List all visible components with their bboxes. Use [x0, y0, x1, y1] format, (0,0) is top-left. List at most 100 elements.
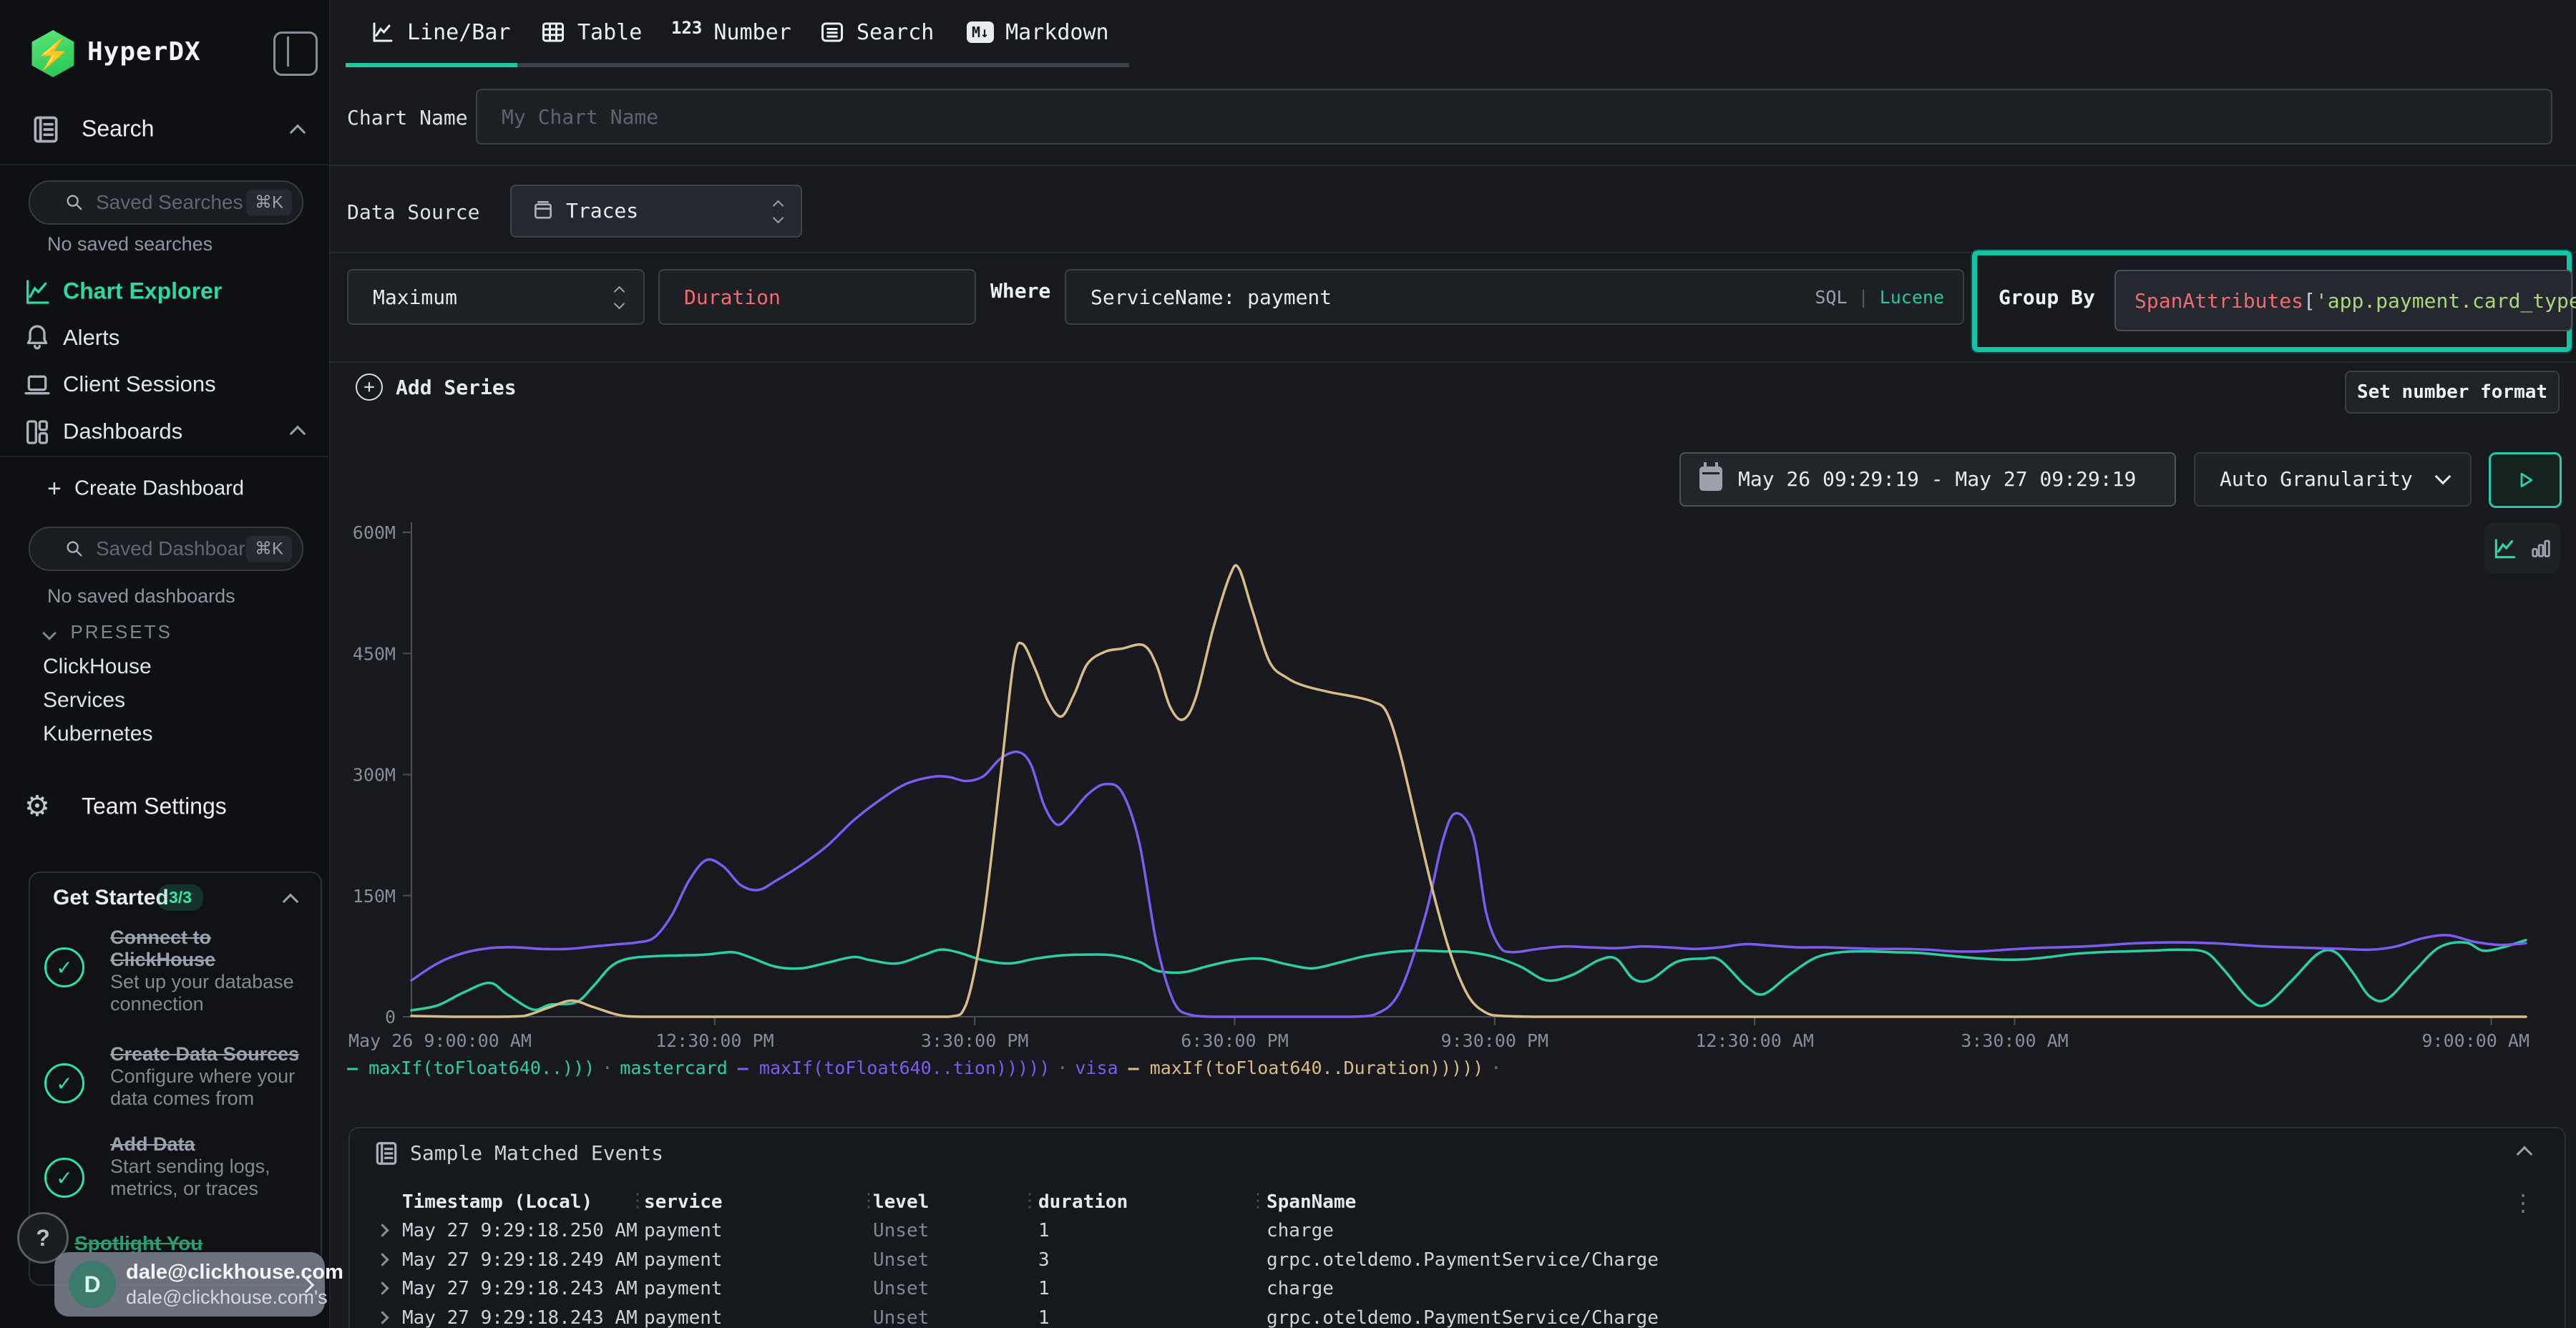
sidebar-preset-services[interactable]: Services	[43, 688, 125, 713]
legend-item[interactable]: — maxIf(toFloat640..Duration)))))·	[1128, 1058, 1509, 1078]
sidebar-collapse-icon[interactable]	[273, 31, 318, 76]
sidebar-preset-clickhouse[interactable]: ClickHouse	[43, 655, 152, 679]
column-drag-icon[interactable]: ⋮	[1020, 1190, 1039, 1211]
play-icon	[2514, 469, 2536, 491]
events-title: Sample Matched Events	[410, 1141, 663, 1165]
team-settings-label: Team Settings	[82, 794, 227, 820]
set-number-format-button[interactable]: Set number format	[2345, 371, 2560, 414]
tab-line-bar[interactable]: Line/Bar	[370, 0, 511, 64]
column-header[interactable]: level	[873, 1191, 929, 1213]
sidebar-preset-kubernetes[interactable]: Kubernetes	[43, 722, 152, 746]
get-started-item[interactable]: Create Data SourcesConfigure where yourd…	[110, 1043, 303, 1110]
create-dashboard-label: Create Dashboard	[74, 477, 244, 501]
granularity-select[interactable]: Auto Granularity	[2194, 452, 2472, 507]
svg-text:12:30:00 PM: 12:30:00 PM	[655, 1030, 774, 1051]
chevron-up-icon[interactable]	[290, 426, 306, 442]
field-input[interactable]: Duration	[658, 269, 976, 325]
chart-name-label: Chart Name	[347, 106, 468, 130]
kebab-menu-icon[interactable]: ⋮	[2512, 1191, 2534, 1214]
aggregation-select[interactable]: Maximum	[347, 269, 645, 325]
main-content: Line/Bar Table 123 Number Search M↓ Mark…	[329, 0, 2576, 1328]
sidebar-item-team-settings[interactable]: ⚙ Team Settings	[0, 781, 329, 831]
svg-text:600M: 600M	[353, 522, 396, 543]
tab-table[interactable]: Table	[540, 0, 642, 64]
sidebar-search-label: Search	[82, 116, 154, 142]
column-drag-icon[interactable]: ⋮	[1249, 1190, 1267, 1211]
presets-label: PRESETS	[70, 621, 172, 643]
chevron-up-icon[interactable]	[290, 125, 306, 141]
run-query-button[interactable]	[2489, 452, 2562, 508]
sidebar-section-search[interactable]: Search	[0, 104, 329, 154]
saved-searches-placeholder: Saved Searches	[96, 191, 243, 214]
where-input[interactable]: ServiceName: payment SQL | Lucene	[1065, 269, 1964, 325]
journal-icon	[30, 114, 62, 145]
svg-text:6:30:00 PM: 6:30:00 PM	[1181, 1030, 1289, 1051]
dashboards-grid-icon	[23, 418, 52, 446]
shortcut-badge: ⌘K	[246, 536, 292, 562]
get-started-title: Get Started	[53, 886, 169, 910]
laptop-icon	[23, 371, 52, 399]
add-series-button[interactable]: + Add Series	[356, 374, 517, 401]
row-expander-icon[interactable]	[376, 1281, 389, 1294]
legend-item[interactable]: — maxIf(toFloat640..tion)))))·visa	[738, 1058, 1118, 1078]
client-sessions-label: Client Sessions	[63, 371, 216, 397]
tab-markdown[interactable]: M↓ Markdown	[967, 0, 1109, 64]
no-saved-dashboards-text: No saved dashboards	[47, 585, 235, 607]
lucene-toggle[interactable]: Lucene	[1880, 287, 1944, 308]
get-started-item[interactable]: Connect toClickHouseSet up your database…	[110, 927, 303, 1015]
column-drag-icon[interactable]: ⋮	[859, 1190, 878, 1211]
time-series-chart[interactable]: 0150M300M450M600MMay 26 9:00:00 AM12:30:…	[329, 501, 2576, 1058]
select-chevrons-icon	[615, 288, 623, 308]
group-by-input[interactable]: SpanAttributes['app.payment.card_type']	[2114, 270, 2572, 331]
svg-text:0: 0	[385, 1007, 396, 1027]
column-header[interactable]: SpanName	[1267, 1191, 1356, 1213]
plus-circle-icon: +	[356, 374, 383, 401]
column-header[interactable]: Timestamp (Local)	[402, 1191, 592, 1213]
sidebar-item-chart-explorer[interactable]: Chart Explorer	[0, 266, 329, 316]
shortcut-badge: ⌘K	[246, 190, 292, 216]
plus-icon: +	[47, 475, 62, 503]
presets-toggle[interactable]: PRESETS	[44, 621, 172, 643]
app-logo[interactable]: HyperDX	[87, 37, 201, 67]
saved-dashboards-input[interactable]: Saved Dashboards ⌘K	[29, 527, 303, 571]
chart-explorer-label: Chart Explorer	[63, 278, 222, 305]
collapse-panel-icon[interactable]	[2517, 1146, 2533, 1163]
query-language-toggle[interactable]: SQL | Lucene	[1815, 287, 1944, 308]
sidebar-item-alerts[interactable]: Alerts	[0, 313, 329, 363]
user-subtitle: dale@clickhouse.com's	[126, 1286, 328, 1309]
tab-search[interactable]: Search	[819, 0, 934, 64]
data-source-select[interactable]: Traces	[510, 185, 802, 238]
column-drag-icon[interactable]: ⋮	[628, 1190, 647, 1211]
date-range-picker[interactable]: May 26 09:29:19 - May 27 09:29:19	[1679, 452, 2176, 507]
date-range-value: May 26 09:29:19 - May 27 09:29:19	[1738, 467, 2136, 491]
chart-name-input[interactable]	[476, 89, 2552, 145]
chevron-down-icon	[2435, 469, 2451, 485]
sql-toggle[interactable]: SQL	[1815, 287, 1847, 308]
check-circle-icon: ✓	[44, 1158, 84, 1198]
sidebar-section-dashboards[interactable]: Dashboards	[0, 406, 329, 456]
search-icon	[64, 192, 84, 213]
check-circle-icon: ✓	[44, 947, 84, 987]
sidebar-item-client-sessions[interactable]: Client Sessions	[0, 359, 329, 409]
create-dashboard-button[interactable]: + Create Dashboard	[0, 465, 329, 512]
get-started-badge: 3/3	[157, 884, 203, 911]
no-saved-searches-text: No saved searches	[47, 233, 213, 255]
legend-item[interactable]: — maxIf(toFloat640..)))·mastercard	[347, 1058, 728, 1078]
svg-text:May 26 9:00:00 AM: May 26 9:00:00 AM	[348, 1030, 532, 1051]
column-header[interactable]: service	[644, 1191, 723, 1213]
saved-searches-input[interactable]: Saved Searches ⌘K	[29, 180, 303, 225]
search-icon	[64, 539, 84, 559]
list-icon	[819, 19, 845, 45]
sidebar: ⚡ HyperDX Search Saved Searches ⌘K No sa…	[0, 0, 331, 1328]
row-expander-icon[interactable]	[376, 1311, 389, 1324]
column-header[interactable]: duration	[1038, 1191, 1128, 1213]
hyperdx-app: ⚡ HyperDX Search Saved Searches ⌘K No sa…	[0, 0, 2576, 1328]
row-expander-icon[interactable]	[376, 1224, 389, 1236]
svg-text:9:30:00 PM: 9:30:00 PM	[1441, 1030, 1549, 1051]
user-menu[interactable]: D dale@clickhouse.com dale@clickhouse.co…	[54, 1252, 325, 1317]
traces-icon	[532, 200, 555, 223]
chevron-up-icon[interactable]	[283, 894, 299, 910]
tab-number[interactable]: 123 Number	[671, 0, 791, 64]
get-started-item[interactable]: Add DataStart sending logs,metrics, or t…	[110, 1133, 303, 1200]
row-expander-icon[interactable]	[376, 1253, 389, 1266]
